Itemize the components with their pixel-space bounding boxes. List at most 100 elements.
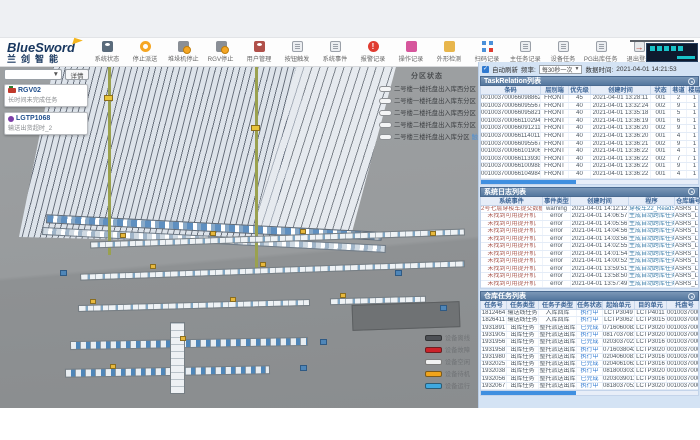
toolbar-item-system-status-icon[interactable]: 系统状态	[88, 41, 126, 63]
table-cell: FRONT	[541, 125, 569, 132]
table-row[interactable]: 未找到可用提升机error2021-04-01 14:03:56生成自动跨库任务…	[481, 236, 698, 244]
table-cell: 已完成	[577, 376, 603, 382]
table-row[interactable]: 1931958出库任务整托派送出库执行中0716038042LCTP302000…	[481, 347, 698, 354]
table-row[interactable]: 00100370006610098881FRONT402021-04-01 13…	[481, 163, 698, 171]
table-row[interactable]: 00100370006609556770FRONT402021-04-01 13…	[481, 141, 698, 149]
table-cell: 002	[651, 103, 671, 110]
table-cell: 00100370006610098881	[481, 163, 541, 170]
table-row[interactable]: 未找到可用提升机error2021-04-01 14:01:54生成自动跨库任务…	[481, 251, 698, 259]
toolbar-item-device-tasks-icon[interactable]: 设备任务	[544, 41, 582, 63]
table-cell: 2021-04-01 13:57:49	[571, 281, 629, 288]
device-id: LGTP1068	[16, 115, 50, 122]
table-cell: 1932038	[481, 368, 507, 374]
table-row[interactable]: 未找到可用提升机error2021-04-01 14:00:52生成自动跨库任务…	[481, 258, 698, 266]
toolbar-item-shape-detection-icon[interactable]: 外形检测	[430, 41, 468, 63]
column-header: 任务状态	[577, 301, 603, 309]
auto-refresh-checkbox[interactable]: ✓	[482, 66, 489, 73]
toolbar-item-stacker-stop-icon[interactable]: 堆垛机停止	[164, 41, 202, 63]
gear-icon[interactable]	[688, 293, 695, 300]
chevron-down-icon: ▼	[575, 66, 580, 72]
logo-cn: 兰剑智能	[7, 54, 88, 64]
stop-dispatch-icon	[140, 41, 151, 52]
table-row[interactable]: 00100370006610190639FRONT402021-04-01 13…	[481, 148, 698, 156]
table-cell: 001003700066086	[667, 310, 699, 316]
scrollbar-thumb[interactable]	[481, 180, 576, 184]
table-cell: 已完成	[577, 361, 603, 367]
table-cell: 执行中	[577, 383, 603, 389]
toolbar-item-user-management-icon[interactable]: 用户管理	[240, 41, 278, 63]
column-header: 系统事件	[481, 197, 543, 205]
table-row[interactable]: 未找到可用提升机error2021-04-01 14:05:56生成自动跨库任务…	[481, 221, 698, 229]
table-row[interactable]: 未找到可用提升机error2021-04-01 13:59:51生成自动跨库任务…	[481, 266, 698, 274]
warehouse-3d-view[interactable]: ▼ 详情 RGV02长时间未完成任务 LGTP1068输送出货超时_2 分区状态 …	[0, 67, 478, 408]
table-row[interactable]: 2号七层穿梭车提交数据库 写入失败warning2021-04-01 14:12…	[481, 206, 698, 214]
gear-icon[interactable]	[688, 78, 695, 85]
toolbar-item-rgv-stop-icon[interactable]: RGV停止	[202, 41, 240, 63]
table-row[interactable]: 1932025出库任务整托派送出库已完成0204061062LCTP301600…	[481, 361, 698, 368]
table-row[interactable]: 未找到可用提升机error2021-04-01 14:02:55生成自动跨库任务…	[481, 243, 698, 251]
table-row[interactable]: 00100370006609121123FRONT402021-04-01 13…	[481, 125, 698, 133]
zone-checkbox[interactable]	[379, 98, 392, 104]
table-row[interactable]: 1812464输送线任务入库回库执行中LCTP3049LCTP401100100…	[481, 310, 698, 317]
toolbar-item-operation-records-icon[interactable]: 操作记录	[392, 41, 430, 63]
table-row[interactable]: 未找到可用提升机error2021-04-01 13:58:50生成自动跨库任务…	[481, 273, 698, 281]
table-cell: 40	[569, 125, 591, 132]
table-cell: LCTP3020	[635, 325, 667, 331]
detail-button[interactable]: 详情	[65, 69, 89, 80]
table-cell: 9	[671, 125, 687, 132]
table-row[interactable]: 00100370006609886219FRONT452021-04-01 13…	[481, 95, 698, 103]
device-alarm-card[interactable]: RGV02长时间未完成任务	[4, 84, 88, 107]
table-cell: 整托派送出库	[539, 376, 577, 382]
zone-checkbox[interactable]	[379, 110, 392, 116]
table-cell: ASRS_LC2	[675, 266, 699, 273]
zone-status-panel: 分区状态 二号楼一楼托盘出入库西分区触发二号楼一楼托盘出入库东分区触发二号楼二楼…	[379, 71, 475, 144]
table-row[interactable]: 00100370006611029457FRONT402021-04-01 13…	[481, 118, 698, 126]
scrollbar-thumb[interactable]	[481, 391, 576, 395]
table-row[interactable]: 未找到可用提升机error2021-04-01 14:06:57生成自动跨库任务…	[481, 213, 698, 221]
table-row[interactable]: 未找到可用提升机error2021-04-01 13:57:49生成自动跨库任务…	[481, 281, 698, 289]
table-row[interactable]: 1932056出库任务整托派送出库已完成0203039011LCTP301600…	[481, 376, 698, 383]
table-row[interactable]: 未找到可用提升机error2021-04-01 14:04:56生成自动跨库任务…	[481, 228, 698, 236]
table-row[interactable]: 1826411输送线任务入库回库执行中LCTP3062LCTP301500100…	[481, 317, 698, 324]
device-alarm-card[interactable]: LGTP1068输送出货超时_2	[4, 112, 88, 135]
table-cell: 5	[671, 110, 687, 117]
table-row[interactable]: 1931891出库任务整托派送出库已完成0716060082LCTP302000…	[481, 325, 698, 332]
table-row[interactable]: 1931956出库任务整托派送出库已完成0203037022LCTP301600…	[481, 339, 698, 346]
zone-checkbox[interactable]	[379, 86, 392, 92]
table-row[interactable]: 00100370006609556770FRONT402021-04-01 13…	[481, 103, 698, 111]
column-header: 程序	[629, 197, 675, 205]
table-cell: FRONT	[541, 133, 569, 140]
toolbar-item-button-trigger-icon[interactable]: 按钮触发	[278, 41, 316, 63]
toolbar-item-pg-outbound-tasks-icon[interactable]: PG出库任务	[582, 41, 620, 63]
refresh-frequency-select[interactable]: 每30秒一次 ▼	[539, 65, 583, 74]
table-title-bar: 仓库任务列表	[480, 291, 699, 301]
table-row[interactable]: 00100370006611401190FRONT402021-04-01 13…	[481, 133, 698, 141]
gear-icon[interactable]	[688, 188, 695, 195]
toolbar-item-alarm-records-icon[interactable]: 报警记录	[354, 41, 392, 63]
table-row[interactable]: 1932067出库任务整托派送出库执行中0818037052LCTP302000…	[481, 383, 698, 390]
zone-status-title: 分区状态	[379, 71, 475, 81]
table-row[interactable]: 00100370006611393005FRONT402021-04-01 13…	[481, 156, 698, 164]
legend-item: 设备故障	[425, 345, 470, 354]
table-cell: 4	[671, 148, 687, 155]
table-row[interactable]: 1931980出库任务整托派送出库执行中0204060081LCTP301600…	[481, 354, 698, 361]
zone-checkbox[interactable]	[379, 122, 392, 128]
toolbar-item-system-events-icon[interactable]: 系统事件	[316, 41, 354, 63]
device-filter-select[interactable]: ▼	[4, 69, 62, 80]
table-cell: ASRS_LC2	[675, 213, 699, 220]
table-row[interactable]: 1932038出库任务整托派送出库执行中0818003032LCTP302000…	[481, 368, 698, 375]
table-cell: 002	[651, 141, 671, 148]
user-management-icon	[254, 41, 265, 52]
toolbar-item-main-task-records-icon[interactable]: 主任务记录	[506, 41, 544, 63]
zone-checkbox[interactable]	[379, 134, 392, 140]
table-row[interactable]: 00100370006610498451FRONT402021-04-01 13…	[481, 171, 698, 179]
toolbar-item-stop-dispatch-icon[interactable]: 停止派送	[126, 41, 164, 63]
table-cell: 出库任务	[507, 325, 539, 331]
table-row[interactable]: 1931905出库任务整托派送出库执行中0817037081LCTP302000…	[481, 332, 698, 339]
legend-color-chip	[425, 383, 442, 389]
column-header: 任务子类型	[539, 301, 577, 309]
toolbar-item-scan-records-icon[interactable]: 扫码记录	[468, 41, 506, 63]
zone-label: 二号楼二楼托盘出入库西分区	[394, 108, 476, 117]
table-row[interactable]: 00100370006609582162FRONT402021-04-01 13…	[481, 110, 698, 118]
table-cell: 1931958	[481, 347, 507, 353]
